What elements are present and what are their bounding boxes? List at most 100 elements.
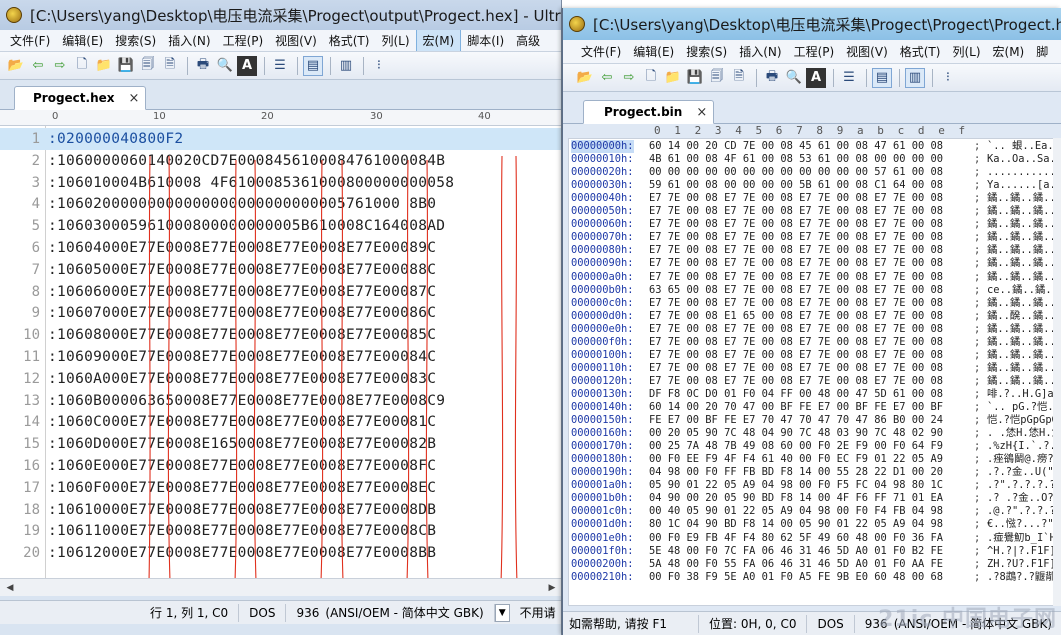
line-text[interactable]: :10602000000000000000000000000005761000 … <box>48 196 436 212</box>
column-mode-icon[interactable]: ▥ <box>905 67 925 88</box>
hex-ascii[interactable]: `.. 蛝..Ea..Ga.. <box>987 140 1057 153</box>
hex-ascii[interactable]: ce..鐍..鐍..鐍.. <box>987 284 1057 297</box>
open-folder-icon[interactable]: 📂 <box>6 56 26 76</box>
hex-ascii[interactable]: 恺.?恺pGpGpG啺.$ <box>987 414 1057 427</box>
hex-bytes[interactable]: 60 14 00 20 70 47 00 BF FE E7 00 BF FE E… <box>649 401 943 414</box>
hex-ascii[interactable]: .?8鵡?.?鼴鄁H.h <box>987 571 1057 584</box>
hex-bytes[interactable]: 5A 48 00 F0 55 FA 06 46 31 46 5D A0 01 F… <box>649 558 943 571</box>
line-text[interactable]: :10606000E77E0008E77E0008E77E0008E77E000… <box>48 284 436 300</box>
menu-item[interactable]: 格式(T) <box>894 41 947 62</box>
close-icon[interactable]: × <box>129 91 140 106</box>
title-bar[interactable]: [C:\Users\yang\Desktop\电压电流采集\Progect\Pr… <box>563 8 1061 40</box>
hex-bytes[interactable]: 05 90 01 22 05 A9 04 98 00 F0 F5 FC 04 9… <box>649 479 943 492</box>
hex-bytes[interactable]: E7 7E 00 08 E7 7E 00 08 E7 7E 00 08 E7 7… <box>649 323 943 336</box>
hex-bytes[interactable]: E7 7E 00 08 E7 7E 00 08 E7 7E 00 08 E7 7… <box>649 192 943 205</box>
hex-bytes[interactable]: 4B 61 00 08 4F 61 00 08 53 61 00 08 00 0… <box>649 153 943 166</box>
line-text[interactable]: :10604000E77E0008E77E0008E77E0008E77E000… <box>48 240 436 256</box>
hex-bytes[interactable]: E7 7E 00 08 E7 7E 00 08 E7 7E 00 08 E7 7… <box>649 362 943 375</box>
line-text[interactable]: :1060D000E77E0008E1650008E77E0008E77E000… <box>48 436 436 452</box>
menu-item[interactable]: 工程(P) <box>217 30 270 51</box>
line-ending[interactable]: DOS <box>807 614 855 633</box>
word-wrap-icon[interactable]: ☰ <box>270 56 290 76</box>
hex-bytes[interactable]: E7 7E 00 08 E7 7E 00 08 E7 7E 00 08 E7 7… <box>649 205 943 218</box>
vertical-scrollbar[interactable] <box>1053 138 1061 606</box>
hex-ascii[interactable]: .@.?".?.?.?.? <box>987 505 1057 518</box>
hex-bytes[interactable]: E7 7E 00 08 E7 7E 00 08 E7 7E 00 08 E7 7… <box>649 271 943 284</box>
menu-item[interactable]: 格式(T) <box>323 30 376 51</box>
menu-item[interactable]: 搜索(S) <box>109 30 162 51</box>
menu-item[interactable]: 文件(F) <box>4 30 56 51</box>
hex-ascii[interactable]: 鐍..鐍..鐍..鐍.. <box>987 271 1057 284</box>
font-icon[interactable]: A <box>806 67 826 88</box>
scroll-left-icon[interactable]: ◀ <box>2 579 18 596</box>
hex-ascii[interactable]: 鐍..鐍..鐍..鐍.. <box>987 336 1057 349</box>
hex-ascii[interactable]: `.. pG.?恺.?恺.? <box>987 401 1057 414</box>
menu-item[interactable]: 文件(F) <box>575 41 627 62</box>
line-text[interactable]: :10605000E77E0008E77E0008E77E0008E77E000… <box>48 262 436 278</box>
line-text[interactable]: :1060000060140020CD7E0008456100084761000… <box>48 153 445 169</box>
word-wrap-icon[interactable]: ☰ <box>839 68 859 88</box>
text-editor-area[interactable]: 1:020000040800F2 2:1060000060140020CD7E00… <box>0 126 561 596</box>
scroll-right-icon[interactable]: ▶ <box>544 579 560 596</box>
hex-ascii[interactable]: 鐍..鐍..鐍..鐍.. <box>987 297 1057 310</box>
title-bar[interactable]: [C:\Users\yang\Desktop\电压电流采集\Progect\ou… <box>0 0 561 30</box>
new-file-icon[interactable]: 🗋 <box>72 56 92 76</box>
print-icon[interactable]: 🖶 <box>762 68 782 88</box>
hex-ascii[interactable]: 鐍..鐍..鐍..鐍.. <box>987 218 1057 231</box>
hex-bytes[interactable]: 00 F0 EE F9 4F F4 61 40 00 F0 EC F9 01 2… <box>649 453 943 466</box>
menu-item[interactable]: 插入(N) <box>162 30 216 51</box>
print-preview-icon[interactable]: 🔍 <box>215 56 235 76</box>
line-text[interactable]: :10607000E77E0008E77E0008E77E0008E77E000… <box>48 305 436 321</box>
menu-item[interactable]: 工程(P) <box>788 41 841 62</box>
hex-bytes[interactable]: 80 1C 04 90 BD F8 14 00 05 90 01 22 05 A… <box>649 518 943 531</box>
hex-ascii[interactable]: 鐍..鐍..鐍..鐍.. <box>987 375 1057 388</box>
hex-bytes[interactable]: E7 7E 00 08 E7 7E 00 08 E7 7E 00 08 E7 7… <box>649 257 943 270</box>
hex-ascii[interactable]: 鐍..鐍..鐍..鐍.. <box>987 323 1057 336</box>
hex-ascii[interactable]: 鐍..鐍..鐍..鐍.. <box>987 257 1057 270</box>
hex-bytes[interactable]: E7 7E 00 08 E1 65 00 08 E7 7E 00 08 E7 7… <box>649 310 943 323</box>
hex-bytes[interactable]: 5E 48 00 F0 7C FA 06 46 31 46 5D A0 01 F… <box>649 545 943 558</box>
column-mode-icon[interactable]: ▥ <box>336 56 356 76</box>
line-text[interactable]: :1060B000063650008E77E0008E77E0008E77E00… <box>48 393 445 409</box>
hex-ascii[interactable]: 啡.?..H.G]a.. <box>987 388 1057 401</box>
menu-item[interactable]: 插入(N) <box>733 41 787 62</box>
hex-ascii[interactable]: ............Wa.. <box>987 166 1057 179</box>
hex-bytes[interactable]: E7 7E 00 08 E7 7E 00 08 E7 7E 00 08 E7 7… <box>649 336 943 349</box>
line-text[interactable]: :1060A000E77E0008E77E0008E77E0008E77E000… <box>48 371 436 387</box>
hex-ascii[interactable]: Ka..Oa..Sa...... <box>987 153 1057 166</box>
menu-item[interactable]: 搜索(S) <box>680 41 733 62</box>
hex-bytes[interactable]: 00 00 00 00 00 00 00 00 00 00 00 00 57 6… <box>649 166 943 179</box>
toolbar-overflow-icon[interactable]: ⁝ <box>938 68 958 88</box>
hex-ascii[interactable]: .?".?.?.?.?. <box>987 479 1057 492</box>
line-text[interactable]: :106030005961000800000000005B610008C1640… <box>48 218 445 234</box>
hex-bytes[interactable]: E7 7E 00 08 E7 7E 00 08 E7 7E 00 08 E7 7… <box>649 231 943 244</box>
hex-mode-icon[interactable]: ▤ <box>303 55 323 76</box>
line-text[interactable]: :020000040800F2 <box>48 131 183 147</box>
hex-bytes[interactable]: E7 7E 00 08 E7 7E 00 08 E7 7E 00 08 E7 7… <box>649 218 943 231</box>
hex-bytes[interactable]: 00 F0 38 F9 5E A0 01 F0 A5 FE 9B E0 60 4… <box>649 571 943 584</box>
tab-progect-hex[interactable]: Progect.hex × <box>14 86 147 110</box>
close-icon[interactable]: × <box>696 105 707 120</box>
hex-view-area[interactable]: 00000000h: 60 14 00 20 CD 7E 00 08 45 61 … <box>568 138 1058 606</box>
hex-bytes[interactable]: 60 14 00 20 CD 7E 00 08 45 61 00 08 47 6… <box>649 140 943 153</box>
hex-bytes[interactable]: 00 F0 E9 FB 4F F4 80 62 5F 49 60 48 00 F… <box>649 532 943 545</box>
hex-bytes[interactable]: FE E7 00 BF FE E7 70 47 70 47 70 47 86 B… <box>649 414 943 427</box>
font-icon[interactable]: A <box>237 55 257 76</box>
line-text[interactable]: :1060C000E77E0008E77E0008E77E0008E77E000… <box>48 414 436 430</box>
new-file-icon[interactable]: 🗋 <box>641 68 661 88</box>
menu-item[interactable]: 脚 <box>1030 41 1054 62</box>
encoding-label[interactable]: (ANSI/OEM - 简体中文 GBK) <box>323 603 495 622</box>
forward-arrow-icon[interactable]: ⇨ <box>50 56 70 76</box>
hex-ascii[interactable]: .%zH{I.`.?.?d? <box>987 440 1057 453</box>
hex-bytes[interactable]: E7 7E 00 08 E7 7E 00 08 E7 7E 00 08 E7 7… <box>649 244 943 257</box>
hex-ascii[interactable]: .痖鸒魛b_I`H.?6? <box>987 532 1057 545</box>
save-all-icon[interactable]: 🗐 <box>138 56 158 76</box>
hex-ascii[interactable]: .? .?金..O?q.? <box>987 492 1057 505</box>
hex-bytes[interactable]: E7 7E 00 08 E7 7E 00 08 E7 7E 00 08 E7 7… <box>649 375 943 388</box>
tab-progect-bin[interactable]: Progect.bin × <box>583 100 715 124</box>
hex-ascii[interactable]: .?.?金..U("?. <box>987 466 1057 479</box>
back-arrow-icon[interactable]: ⇦ <box>28 56 48 76</box>
save-all-icon[interactable]: 🗐 <box>707 68 727 88</box>
menu-item[interactable]: 宏(M) <box>415 30 462 51</box>
hex-ascii[interactable]: . .恷H.恷H.恷H.? <box>987 427 1057 440</box>
